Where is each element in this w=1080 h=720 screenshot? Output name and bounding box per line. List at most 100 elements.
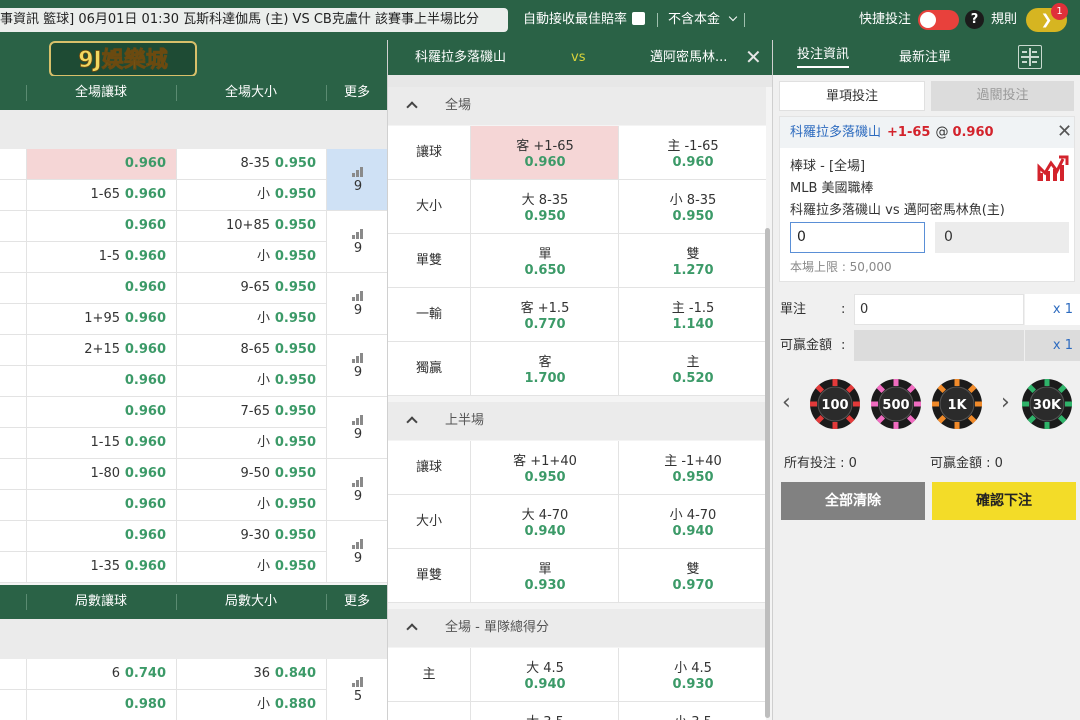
stake-input[interactable]: 0 [790,222,925,253]
confirm-bet-button[interactable]: 確認下注 [932,482,1076,520]
chevron-left-icon[interactable]: ‹ [782,391,791,415]
chevron-right-icon[interactable]: › [1001,391,1010,415]
help-icon[interactable]: ? [965,10,984,29]
odds-button[interactable]: 小 3.5 [618,702,766,720]
handicap-cell[interactable]: 1-65 0.960 [26,180,176,210]
odds-button[interactable]: 單 0.650 [470,234,618,287]
handicap-cell[interactable]: 1-5 0.960 [26,242,176,272]
handicap-cell[interactable]: 0.960 [26,490,176,520]
totals-cell[interactable]: 小 0.880 [176,690,326,720]
chip-30k[interactable]: 30K [1021,378,1073,430]
odds-value: 0.940 [672,524,714,539]
tab-parlay-bet[interactable]: 過關投注 [931,81,1074,111]
chip-1k[interactable]: 1K [931,378,983,430]
handicap-cell[interactable]: 6 0.740 [26,659,176,689]
totals-cell[interactable]: 9-50 0.950 [176,459,326,489]
market-section-header[interactable]: 全場 - 單隊總得分 [388,609,766,647]
handicap-cell[interactable]: 0.960 [26,149,176,179]
market-type-label: 讓球 [415,460,442,475]
handicap-cell[interactable]: 0.960 [26,366,176,396]
totals-cell[interactable]: 8-35 0.950 [176,149,326,179]
odds-button[interactable]: 小 8-35 0.950 [618,180,766,233]
totals-cell[interactable]: 小 0.950 [176,490,326,520]
chip-100[interactable]: 100 [809,378,861,430]
chip-label: 100 [821,398,848,413]
handicap-cell[interactable]: 1-35 0.960 [26,552,176,582]
totals-cell[interactable]: 小 0.950 [176,552,326,582]
handicap-cell[interactable]: 0.960 [26,211,176,241]
close-icon[interactable]: ✕ [745,40,762,75]
more-markets-button[interactable]: 9 [326,273,387,335]
odds-button[interactable]: 大 4-70 0.940 [470,495,618,548]
handicap-cell[interactable]: 1-80 0.960 [26,459,176,489]
handicap-cell[interactable]: 0.960 [26,521,176,551]
totals-cell[interactable]: 小 0.950 [176,180,326,210]
odds-value: 0.520 [672,371,714,386]
quickbet-toggle[interactable] [918,10,959,30]
stats-chart-icon[interactable] [1037,155,1069,183]
totals-cell[interactable]: 9-65 0.950 [176,273,326,303]
totals-cell[interactable]: 小 0.950 [176,366,326,396]
single-stake-input[interactable]: 0 [854,294,1024,325]
totals-cell[interactable]: 小 0.950 [176,304,326,334]
odds-button[interactable]: 大 4.5 0.940 [470,648,618,701]
col-header-inning-totals: 局數大小 [224,594,277,609]
odds-button[interactable]: 雙 0.970 [618,549,766,602]
handicap-cell[interactable]: 0.960 [26,397,176,427]
odds-button[interactable]: 客 1.700 [470,342,618,395]
odds-button[interactable]: 單 0.930 [470,549,618,602]
odds-button[interactable]: 客 +1-65 0.960 [470,126,618,179]
totals-cell[interactable]: 10+85 0.950 [176,211,326,241]
totals-cell[interactable]: 8-65 0.950 [176,335,326,365]
more-markets-button[interactable]: 5 [326,659,387,720]
remove-selection-icon[interactable]: ✕ [1057,120,1072,144]
odds-button[interactable]: 主 -1-65 0.960 [618,126,766,179]
handicap-line: 1+95 [84,311,120,326]
handicap-cell[interactable]: 2+15 0.960 [26,335,176,365]
principal-select[interactable]: 不含本金 [668,10,738,30]
handicap-cell[interactable]: 1+95 0.960 [26,304,176,334]
single-multiplier[interactable]: x 1 [1025,294,1080,325]
auto-accept-checkbox[interactable] [632,12,646,25]
totals-odds: 0.950 [274,311,316,326]
odds-button[interactable]: 小 4-70 0.940 [618,495,766,548]
more-markets-button[interactable]: 9 [326,521,387,583]
market-section-header[interactable]: 上半場 [388,402,766,440]
scrollbar[interactable] [765,228,770,718]
more-markets-button[interactable]: 9 [326,211,387,273]
news-marquee[interactable]: 事資訊 籃球] 06月01日 01:30 瓦斯科達伽馬 (主) VS CB克盧什… [0,8,508,32]
calculator-icon[interactable] [1018,45,1042,69]
more-markets-button[interactable]: 9 [326,149,387,211]
odds-button[interactable]: 主 -1.5 1.140 [618,288,766,341]
more-markets-button[interactable]: 9 [326,335,387,397]
totals-line: 小 [256,373,270,388]
odds-button[interactable]: 客 +1+40 0.950 [470,441,618,494]
auto-accept-odds[interactable]: 自動接收最佳賠率 [523,10,646,30]
handicap-odds: 0.960 [124,249,166,264]
tab-bet-info[interactable]: 投注資訊 [797,40,850,68]
odds-button[interactable]: 主 -1+40 0.950 [618,441,766,494]
totals-cell[interactable]: 小 0.950 [176,428,326,458]
odds-button[interactable]: 主 0.520 [618,342,766,395]
odds-button[interactable]: 大 3.5 [470,702,618,720]
clear-all-button[interactable]: 全部清除 [781,482,925,520]
odds-button[interactable]: 客 +1.5 0.770 [470,288,618,341]
totals-cell[interactable]: 9-30 0.950 [176,521,326,551]
more-markets-button[interactable]: 9 [326,397,387,459]
bar-chart-icon [352,291,364,301]
more-markets-button[interactable]: 9 [326,459,387,521]
tab-latest-bets[interactable]: 最新注單 [899,40,951,75]
totals-cell[interactable]: 7-65 0.950 [176,397,326,427]
handicap-cell[interactable]: 0.980 [26,690,176,720]
tab-single-bet[interactable]: 單項投注 [779,81,925,111]
market-row: 一輸客 +1.5 0.770 主 -1.5 1.140 [388,288,766,342]
odds-button[interactable]: 小 4.5 0.930 [618,648,766,701]
market-section-header[interactable]: 全場 [388,87,766,125]
totals-cell[interactable]: 小 0.950 [176,242,326,272]
odds-button[interactable]: 大 8-35 0.950 [470,180,618,233]
handicap-cell[interactable]: 1-15 0.960 [26,428,176,458]
odds-button[interactable]: 雙 1.270 [618,234,766,287]
totals-cell[interactable]: 36 0.840 [176,659,326,689]
handicap-cell[interactable]: 0.960 [26,273,176,303]
chip-500[interactable]: 500 [870,378,922,430]
